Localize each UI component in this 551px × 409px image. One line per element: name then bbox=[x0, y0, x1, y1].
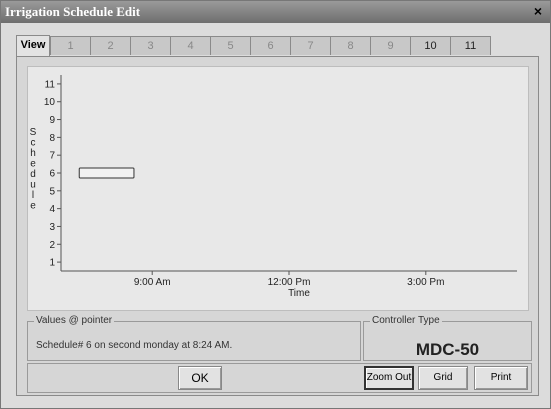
y-axis-label-letter: c bbox=[31, 138, 36, 149]
y-tick-label: 8 bbox=[49, 133, 55, 144]
grid-button[interactable]: Grid bbox=[418, 366, 468, 390]
controller-type-group: Controller Type MDC-50 bbox=[363, 315, 532, 361]
tab-label: 6 bbox=[267, 40, 274, 52]
x-axis-label: Time bbox=[288, 288, 310, 299]
schedule-bar bbox=[78, 167, 135, 179]
values-at-pointer-label: Values @ pointer bbox=[34, 315, 115, 326]
tab-label: 10 bbox=[424, 40, 437, 52]
y-axis-label-letter: d bbox=[30, 169, 36, 180]
y-tick-label: 2 bbox=[49, 240, 55, 251]
tab-schedule-6[interactable]: 6 bbox=[250, 36, 291, 55]
title-bar: Irrigation Schedule Edit × bbox=[1, 1, 550, 23]
window-title: Irrigation Schedule Edit bbox=[5, 4, 141, 19]
y-tick-label: 4 bbox=[49, 204, 55, 215]
y-axis-label-letter: u bbox=[30, 180, 36, 191]
x-tick-label: 9:00 Am bbox=[134, 277, 171, 288]
grid-label: Grid bbox=[433, 372, 453, 383]
controller-model: MDC-50 bbox=[415, 340, 480, 359]
ok-label: OK bbox=[191, 371, 209, 385]
y-tick-label: 10 bbox=[44, 97, 56, 108]
tab-schedule-9[interactable]: 9 bbox=[370, 36, 411, 55]
y-axis-label-letter: l bbox=[32, 190, 34, 201]
view-panel: 1 2 3 4 5 6 7 8 9 10 11 9:00 Am 12:00 Pm 3:00 Pm Time S… bbox=[16, 56, 539, 396]
tab-view[interactable]: View bbox=[16, 35, 50, 56]
y-axis-label-letter: S bbox=[30, 127, 37, 138]
tab-schedule-4[interactable]: 4 bbox=[170, 36, 211, 55]
tab-label: 9 bbox=[387, 40, 394, 52]
tab-schedule-3[interactable]: 3 bbox=[130, 36, 171, 55]
tab-schedule-8[interactable]: 8 bbox=[330, 36, 371, 55]
tab-label: 7 bbox=[307, 40, 314, 52]
pointer-value-text: Schedule# 6 on second monday at 8:24 AM. bbox=[36, 340, 233, 351]
y-tick-label: 3 bbox=[49, 222, 55, 233]
y-tick-label: 9 bbox=[49, 115, 55, 126]
tab-schedule-1[interactable]: 1 bbox=[50, 36, 91, 55]
tab-schedule-5[interactable]: 5 bbox=[210, 36, 251, 55]
irrigation-schedule-window: Irrigation Schedule Edit × View 1 2 3 4 5 6 7 8 9… bbox=[0, 0, 551, 409]
tab-schedule-2[interactable]: 2 bbox=[90, 36, 131, 55]
values-at-pointer-group: Values @ pointer Schedule# 6 on second m… bbox=[27, 315, 361, 361]
y-axis-label-letter: h bbox=[30, 148, 36, 159]
zoom-out-button[interactable]: Zoom Out bbox=[364, 366, 414, 390]
tab-schedule-7[interactable]: 7 bbox=[290, 36, 331, 55]
close-icon[interactable]: × bbox=[530, 3, 546, 19]
tab-label: 3 bbox=[147, 40, 154, 52]
ok-button[interactable]: OK bbox=[178, 366, 222, 390]
tab-label: 11 bbox=[464, 40, 477, 52]
tab-label: 5 bbox=[227, 40, 234, 52]
tab-schedule-11[interactable]: 11 bbox=[450, 36, 491, 55]
tab-label: 8 bbox=[347, 40, 354, 52]
tab-label: 1 bbox=[67, 40, 74, 52]
print-label: Print bbox=[490, 372, 512, 383]
controller-type-label: Controller Type bbox=[370, 315, 442, 326]
tab-schedule-10[interactable]: 10 bbox=[410, 36, 451, 55]
y-axis-label-letter: e bbox=[30, 159, 36, 170]
tab-label: 2 bbox=[107, 40, 114, 52]
zoom-out-label: Zoom Out bbox=[366, 372, 412, 383]
y-tick-label: 5 bbox=[49, 186, 55, 197]
x-tick-label: 3:00 Pm bbox=[407, 277, 444, 288]
schedule-chart[interactable]: 1 2 3 4 5 6 7 8 9 10 11 9:00 Am 12:00 Pm 3:00 Pm Time S… bbox=[17, 57, 538, 307]
y-tick-label: 11 bbox=[45, 79, 56, 90]
tab-label: View bbox=[20, 39, 46, 51]
y-tick-label: 7 bbox=[49, 151, 55, 162]
print-button[interactable]: Print bbox=[474, 366, 528, 390]
x-tick-label: 12:00 Pm bbox=[268, 277, 311, 288]
y-tick-label: 6 bbox=[49, 169, 55, 180]
tab-label: 4 bbox=[187, 40, 194, 52]
y-axis-label-letter: e bbox=[30, 201, 36, 212]
y-tick-label: 1 bbox=[49, 258, 55, 269]
button-bar: OK Zoom Out Grid Print bbox=[27, 363, 532, 393]
